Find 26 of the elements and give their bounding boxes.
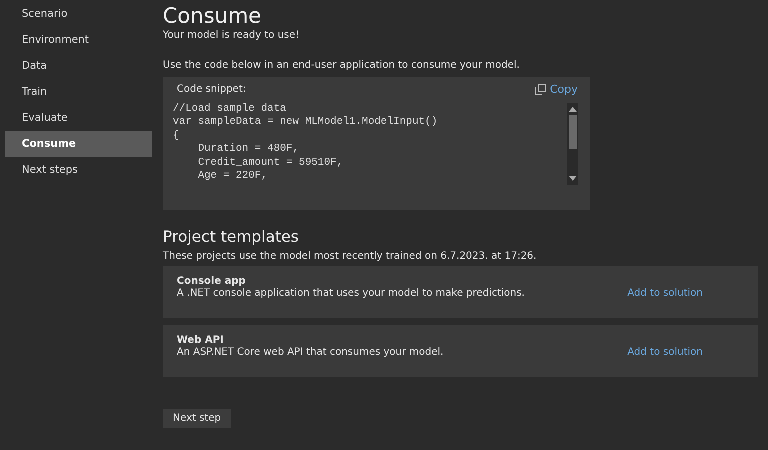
next-step-button[interactable]: Next step bbox=[163, 409, 232, 428]
template-name: Console app bbox=[177, 276, 247, 287]
sidebar-item[interactable]: Next steps bbox=[5, 157, 152, 183]
code-snippet-label: Code snippet: bbox=[177, 84, 246, 95]
sidebar-item[interactable]: Environment bbox=[5, 27, 152, 53]
template-name: Web API bbox=[177, 335, 225, 346]
template-description: A .NET console application that uses your model to make predictions. bbox=[177, 288, 525, 299]
code-text: //Load sample data var sampleData = new MLModel1.ModelInput() { Duration = 480F, Credit_amount = 59510F, Age = 220F, bbox=[173, 103, 438, 184]
add-to-solution-link[interactable]: Add to solution bbox=[628, 347, 703, 358]
scroll-up-icon[interactable] bbox=[568, 106, 576, 112]
add-to-solution-link[interactable]: Add to solution bbox=[628, 288, 703, 299]
sidebar-item[interactable]: Train bbox=[5, 79, 152, 105]
page-title: Consume bbox=[163, 4, 262, 28]
scrollbar[interactable] bbox=[567, 103, 578, 185]
subtitle: Your model is ready to use! bbox=[163, 30, 301, 41]
section-note: These projects use the model most recently trained on 6.7.2023. at 17:26. bbox=[163, 251, 538, 262]
section-heading: Project templates bbox=[163, 228, 300, 246]
sidebar-item[interactable]: Consume bbox=[5, 131, 152, 157]
template-description: An ASP.NET Core web API that consumes your model. bbox=[177, 347, 444, 358]
copy-button[interactable]: Copy bbox=[535, 83, 578, 96]
instruction-text: Use the code below in an end-user application to consume your model. bbox=[163, 60, 521, 71]
sidebar-item[interactable]: Evaluate bbox=[5, 105, 152, 131]
sidebar-item[interactable]: Data bbox=[5, 53, 152, 79]
scroll-down-icon[interactable] bbox=[568, 176, 576, 182]
copy-icon bbox=[535, 84, 546, 95]
sidebar-item[interactable]: Scenario bbox=[5, 1, 152, 27]
